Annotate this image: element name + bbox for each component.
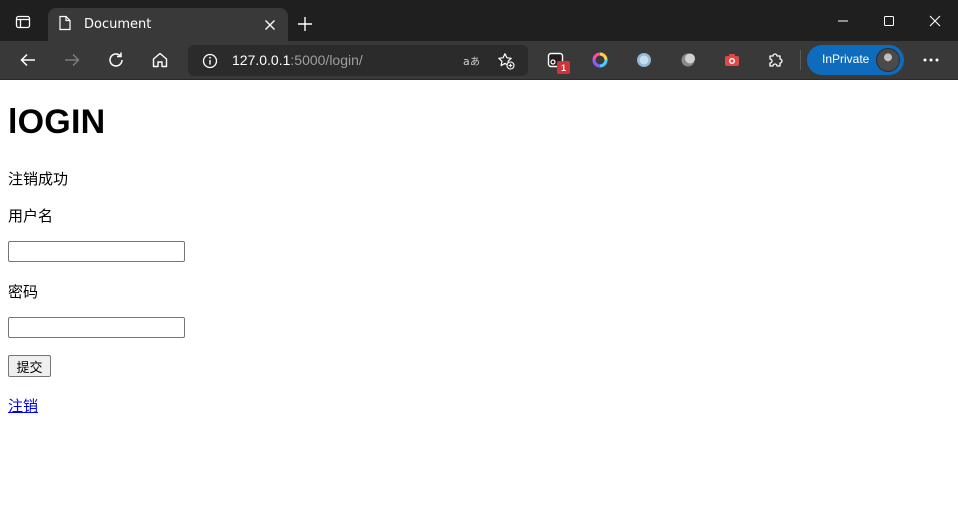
- inprivate-profile-button[interactable]: InPrivate: [807, 45, 904, 75]
- extensions-button[interactable]: [765, 49, 787, 71]
- tab-actions-icon: [15, 14, 31, 34]
- extension-2-button[interactable]: [589, 49, 611, 71]
- translate-icon: aあ: [463, 55, 480, 68]
- status-message: 注销成功: [8, 170, 69, 188]
- password-input[interactable]: [8, 317, 185, 338]
- password-label: 密码: [8, 283, 39, 301]
- info-icon: [202, 53, 218, 69]
- color-ring-icon: [592, 52, 608, 68]
- globe-icon: [637, 53, 651, 67]
- extension-4-button[interactable]: [677, 49, 699, 71]
- back-arrow-icon: [20, 53, 35, 67]
- refresh-button[interactable]: [100, 44, 132, 76]
- site-info-button[interactable]: [198, 49, 222, 73]
- document-icon: [58, 15, 72, 35]
- avatar: [876, 48, 900, 72]
- extension-3-button[interactable]: [633, 49, 655, 71]
- maximize-button[interactable]: [866, 0, 912, 41]
- close-icon: [265, 19, 275, 30]
- camera-icon: [725, 54, 739, 66]
- minimize-icon: [838, 20, 848, 21]
- url-path: :5000/login/: [290, 52, 363, 68]
- address-bar[interactable]: 127.0.0.1:5000/login/ aあ: [188, 45, 528, 76]
- plus-icon: [298, 17, 312, 31]
- minimize-button[interactable]: [820, 0, 866, 41]
- read-aloud-button[interactable]: aあ: [460, 49, 484, 73]
- toolbar-divider: [800, 50, 801, 70]
- more-menu-button[interactable]: [915, 44, 947, 76]
- new-tab-button[interactable]: [292, 11, 318, 37]
- maximize-icon: [884, 15, 894, 26]
- title-bar: Document: [0, 0, 958, 41]
- favorites-add-icon: [498, 53, 515, 70]
- home-icon: [152, 52, 168, 68]
- submit-button[interactable]: 提交: [8, 355, 51, 377]
- tab-actions-button[interactable]: [8, 9, 38, 39]
- extension-badge: 1: [557, 61, 570, 74]
- url-host: 127.0.0.1: [232, 52, 291, 68]
- page-title: lOGIN: [8, 103, 106, 141]
- browser-tab[interactable]: Document: [48, 8, 288, 41]
- forward-arrow-icon: [65, 53, 80, 67]
- svg-text:a: a: [463, 55, 470, 68]
- url-text: 127.0.0.1:5000/login/: [232, 52, 363, 68]
- favorites-button[interactable]: [494, 49, 518, 73]
- close-tab-button[interactable]: [258, 13, 282, 37]
- back-button[interactable]: [12, 44, 44, 76]
- username-input[interactable]: [8, 241, 185, 262]
- home-button[interactable]: [144, 44, 176, 76]
- username-label: 用户名: [8, 207, 54, 225]
- close-window-icon: [929, 15, 941, 26]
- moon-icon: [681, 53, 695, 67]
- forward-button[interactable]: [56, 44, 88, 76]
- inprivate-label: InPrivate: [822, 52, 870, 66]
- extension-5-button[interactable]: [721, 49, 743, 71]
- more-icon: [923, 58, 939, 62]
- tab-title: Document: [84, 17, 152, 32]
- refresh-icon: [109, 52, 123, 67]
- puzzle-icon: [769, 53, 783, 67]
- close-window-button[interactable]: [912, 0, 958, 41]
- page-content: lOGIN 注销成功 用户名 密码 提交 注销: [0, 80, 958, 519]
- logout-link[interactable]: 注销: [8, 395, 38, 416]
- svg-text:あ: あ: [470, 56, 480, 68]
